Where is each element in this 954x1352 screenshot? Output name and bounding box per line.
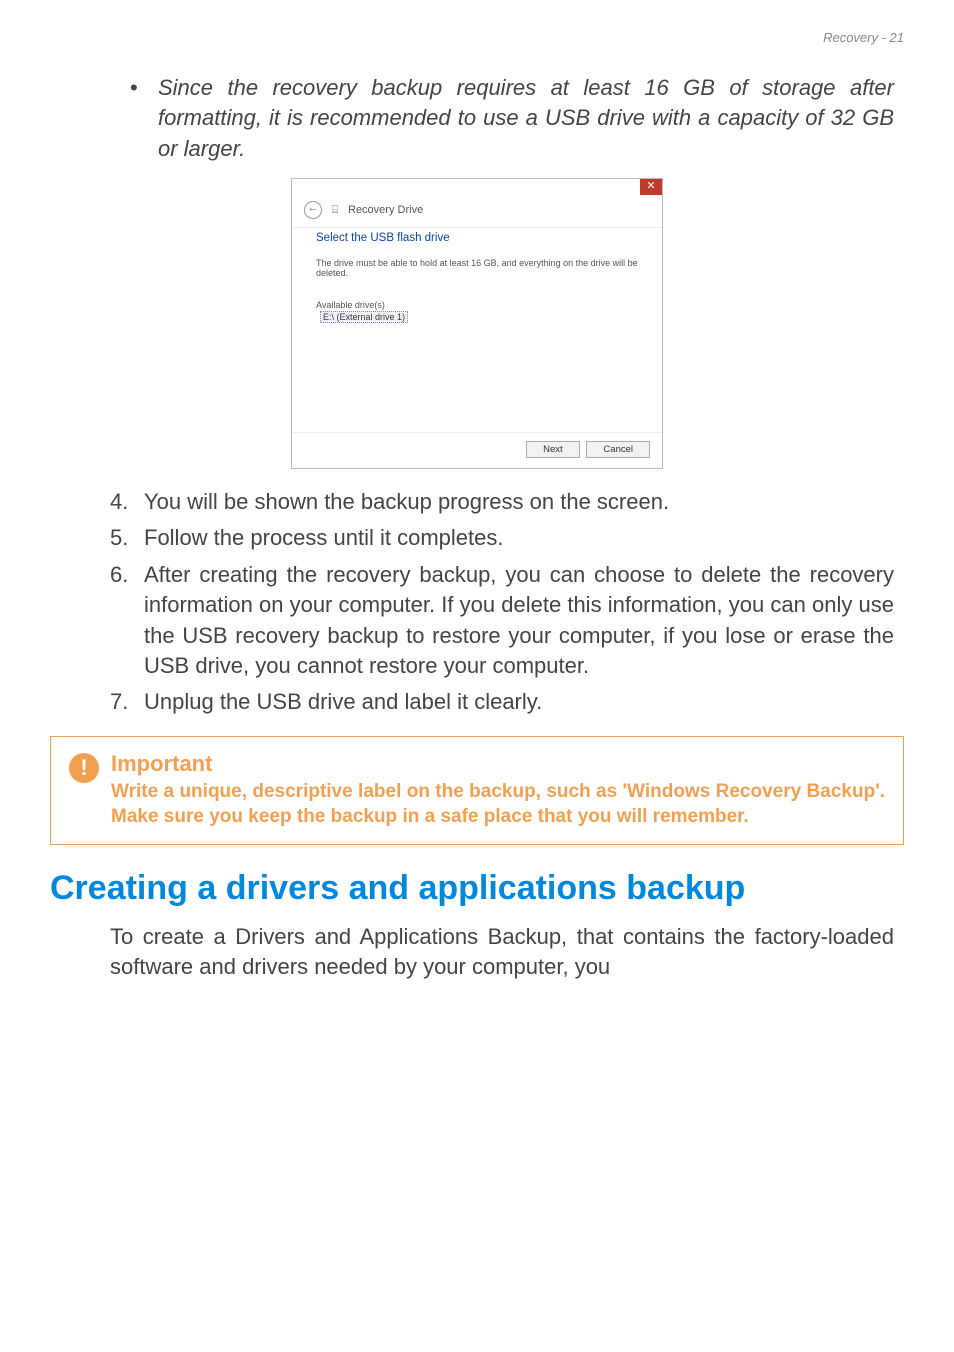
available-drive-item[interactable]: E:\ (External drive 1) <box>320 311 408 323</box>
close-icon[interactable]: ✕ <box>640 179 662 195</box>
callout-title: Important <box>111 751 885 777</box>
dialog-header: ← ⌸ Recovery Drive <box>292 195 662 228</box>
step-number: 5. <box>110 523 144 553</box>
step-6: 6. After creating the recovery backup, y… <box>110 560 894 681</box>
step-text: After creating the recovery backup, you … <box>144 560 894 681</box>
dialog-heading: Select the USB flash drive <box>316 232 638 244</box>
bullet-paragraph: • Since the recovery backup requires at … <box>130 73 894 164</box>
step-number: 6. <box>110 560 144 590</box>
step-7: 7. Unplug the USB drive and label it cle… <box>110 687 894 717</box>
next-button[interactable]: Next <box>526 441 580 458</box>
callout-text: Write a unique, descriptive label on the… <box>111 779 885 830</box>
available-drives-label: Available drive(s) <box>316 300 638 310</box>
step-5: 5. Follow the process until it completes… <box>110 523 894 553</box>
warning-icon: ! <box>69 753 99 783</box>
dialog-titlebar: ✕ <box>292 179 662 195</box>
cancel-button[interactable]: Cancel <box>586 441 650 458</box>
dialog-subtext: The drive must be able to hold at least … <box>316 258 638 278</box>
document-page: Recovery - 21 • Since the recovery backu… <box>0 0 954 1023</box>
dialog-title: Recovery Drive <box>348 204 423 216</box>
callout-body: Important Write a unique, descriptive la… <box>111 751 885 830</box>
step-number: 4. <box>110 487 144 517</box>
step-text: Follow the process until it completes. <box>144 523 504 553</box>
back-icon[interactable]: ← <box>304 201 322 219</box>
step-4: 4. You will be shown the backup progress… <box>110 487 894 517</box>
step-text: You will be shown the backup progress on… <box>144 487 669 517</box>
dialog-footer: Next Cancel <box>292 432 662 468</box>
dialog-body: Select the USB flash drive The drive mus… <box>292 228 662 432</box>
step-number: 7. <box>110 687 144 717</box>
bullet-marker: • <box>130 73 158 103</box>
section-paragraph: To create a Drivers and Applications Bac… <box>110 922 894 983</box>
page-header: Recovery - 21 <box>50 30 904 45</box>
important-callout: ! Important Write a unique, descriptive … <box>50 736 904 845</box>
step-text: Unplug the USB drive and label it clearl… <box>144 687 542 717</box>
section-heading: Creating a drivers and applications back… <box>50 869 904 908</box>
dialog-screenshot: ✕ ← ⌸ Recovery Drive Select the USB flas… <box>50 178 904 469</box>
bullet-text: Since the recovery backup requires at le… <box>158 73 894 164</box>
drive-icon: ⌸ <box>328 204 342 217</box>
recovery-drive-dialog: ✕ ← ⌸ Recovery Drive Select the USB flas… <box>291 178 663 469</box>
